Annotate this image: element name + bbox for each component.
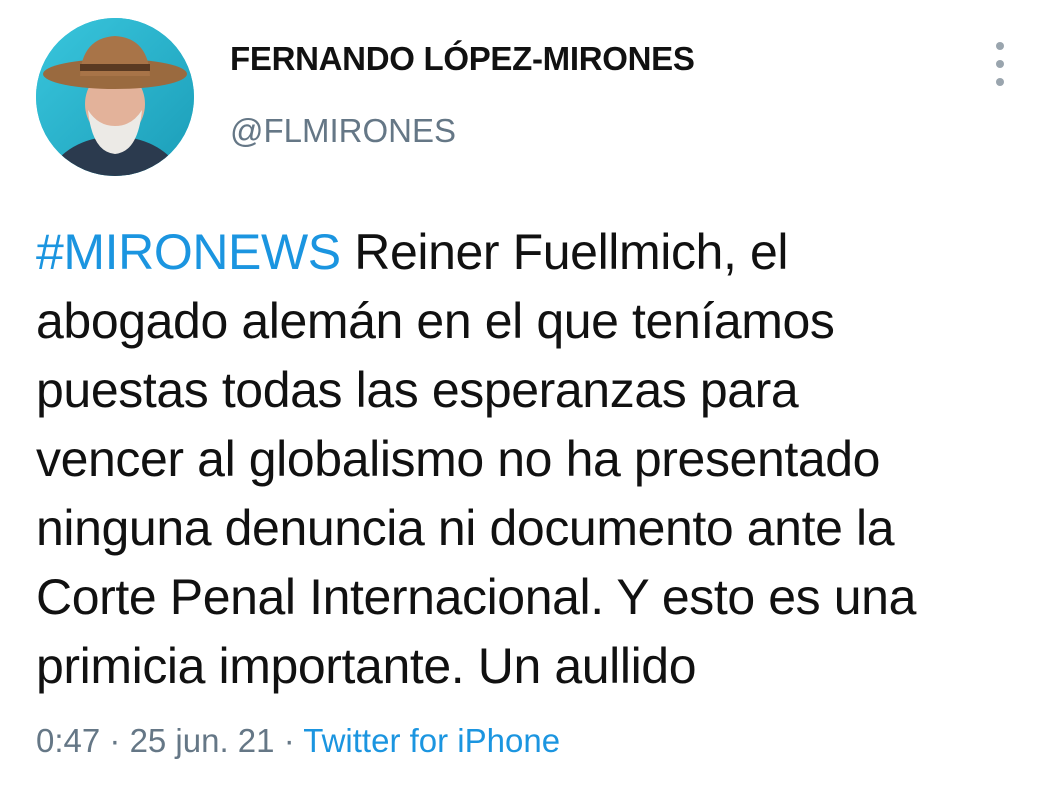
avatar-image <box>36 18 194 176</box>
tweet-card: FERNANDO LÓPEZ-MIRONES @FLMIRONES #MIRON… <box>0 0 1059 800</box>
tweet-text: #MIRONEWS Reiner Fuellmich, el abogado a… <box>36 218 1036 701</box>
tweet-text-line: vencer al globalismo no ha presentado <box>36 431 881 487</box>
more-dot <box>996 60 1004 68</box>
meta-separator: · <box>274 722 304 759</box>
user-handle[interactable]: @FLMIRONES <box>230 112 456 150</box>
tweet-text-line: ninguna denuncia ni documento ante la <box>36 500 895 556</box>
tweet-text-line: primicia importante. Un aullido <box>36 638 697 694</box>
more-dot <box>996 42 1004 50</box>
display-name[interactable]: FERNANDO LÓPEZ-MIRONES <box>230 40 695 78</box>
tweet-text-line: Corte Penal Internacional. Y esto es una <box>36 569 916 625</box>
tweet-metadata: 0:47 · 25 jun. 21 · Twitter for iPhone <box>36 722 560 760</box>
hashtag-link[interactable]: #MIRONEWS <box>36 224 341 280</box>
tweet-text-line: puestas todas las esperanzas para <box>36 362 799 418</box>
tweet-source-link[interactable]: Twitter for iPhone <box>303 722 560 759</box>
tweet-text-line: #MIRONEWS Reiner Fuellmich, el <box>36 218 1036 287</box>
tweet-date[interactable]: 25 jun. 21 <box>130 722 275 759</box>
more-dot <box>996 78 1004 86</box>
more-options-icon[interactable] <box>982 42 1018 86</box>
meta-separator: · <box>100 722 130 759</box>
tweet-time[interactable]: 0:47 <box>36 722 100 759</box>
avatar[interactable] <box>36 18 194 176</box>
tweet-text-segment: Reiner Fuellmich, el <box>340 224 789 280</box>
tweet-text-line: abogado alemán en el que teníamos <box>36 293 835 349</box>
